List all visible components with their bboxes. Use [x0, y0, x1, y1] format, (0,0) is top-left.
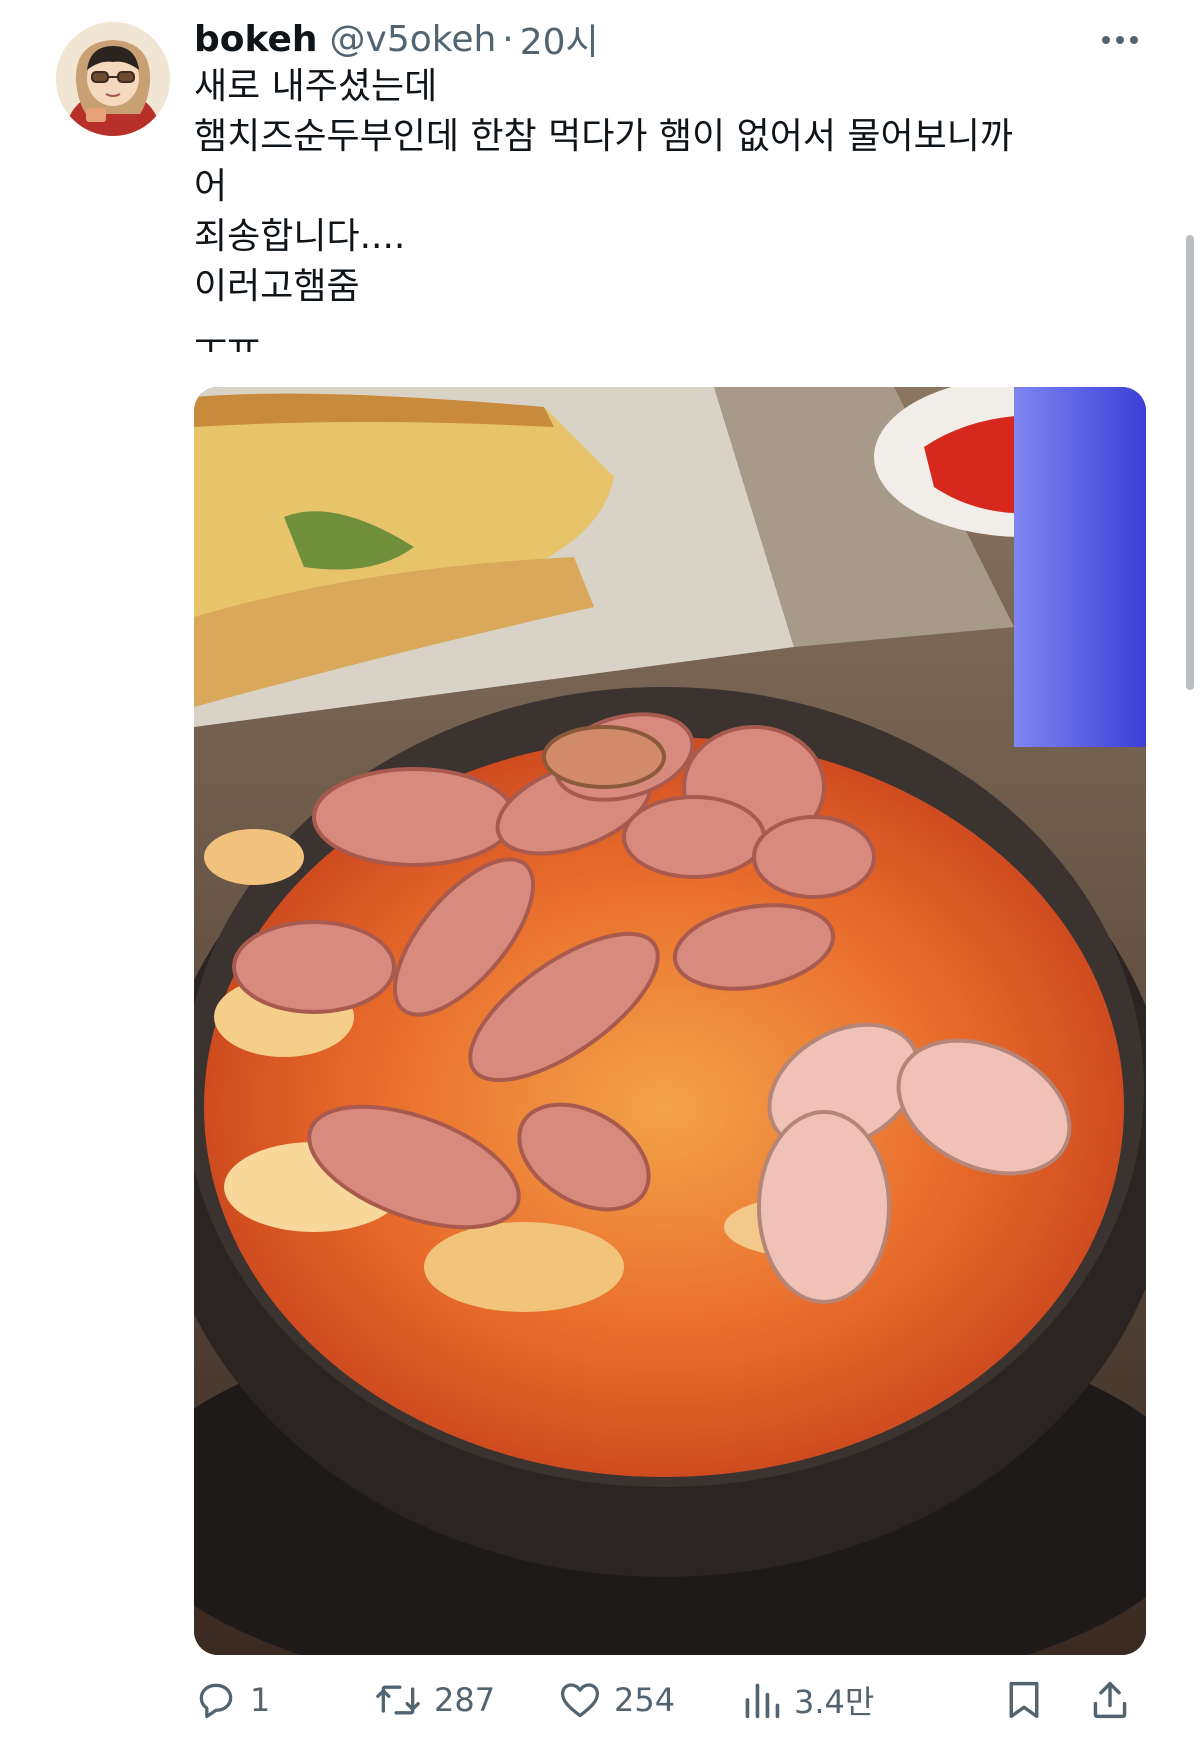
reply-icon: [199, 1683, 233, 1719]
user-handle[interactable]: @v5okeh: [330, 19, 497, 60]
share-icon: [1093, 1681, 1127, 1719]
like-count: 254: [614, 1681, 676, 1719]
tweet-header: bokeh @v5okeh · 20시: [194, 14, 599, 64]
retweet-button[interactable]: 287: [374, 1672, 495, 1728]
like-button[interactable]: 254: [558, 1672, 675, 1728]
header-separator: ·: [502, 18, 514, 60]
tweet-text-line: 새로 내주셨는데: [194, 66, 438, 107]
bookmark-button[interactable]: [1004, 1672, 1044, 1728]
timestamp[interactable]: 20시: [520, 13, 599, 65]
view-count: 3.4만: [794, 1683, 875, 1721]
avatar[interactable]: [56, 22, 170, 136]
more-button[interactable]: [1098, 20, 1142, 60]
share-button[interactable]: [1090, 1672, 1130, 1728]
tweet[interactable]: bokeh @v5okeh · 20시 새로 내주셨는데 햄치즈순두부인데 한참…: [0, 0, 1200, 1740]
retweet-count: 287: [434, 1681, 496, 1719]
bookmark-icon: [1009, 1681, 1039, 1719]
tweet-text-line: 이러고햄줌: [194, 266, 360, 307]
more-horizontal-icon: [1102, 36, 1138, 44]
display-name[interactable]: bokeh: [194, 19, 318, 60]
reply-count: 1: [250, 1681, 271, 1719]
tweet-actions: 1 287 254 3.4만: [194, 1672, 1146, 1728]
avatar-image: [56, 22, 170, 136]
heart-icon: [560, 1683, 600, 1718]
tweet-photo[interactable]: [194, 387, 1146, 1655]
views-button[interactable]: 3.4만: [742, 1672, 874, 1728]
scrollbar[interactable]: [1186, 235, 1194, 690]
tweet-text-line: 어: [194, 166, 228, 207]
tweet-text: 새로 내주셨는데 햄치즈순두부인데 한참 먹다가 햄이 없어서 물어보니까 어 …: [194, 62, 1094, 352]
analytics-icon: [745, 1683, 780, 1719]
retweet-icon: [376, 1685, 420, 1715]
reply-button[interactable]: 1: [194, 1672, 270, 1728]
tweet-text-line: ㅜㅠ: [194, 326, 261, 352]
food-photo: [194, 387, 1146, 1655]
tweet-text-line: 죄송합니다....: [194, 216, 406, 257]
tweet-text-line: 햄치즈순두부인데 한참 먹다가 햄이 없어서 물어보니까: [194, 116, 1013, 157]
